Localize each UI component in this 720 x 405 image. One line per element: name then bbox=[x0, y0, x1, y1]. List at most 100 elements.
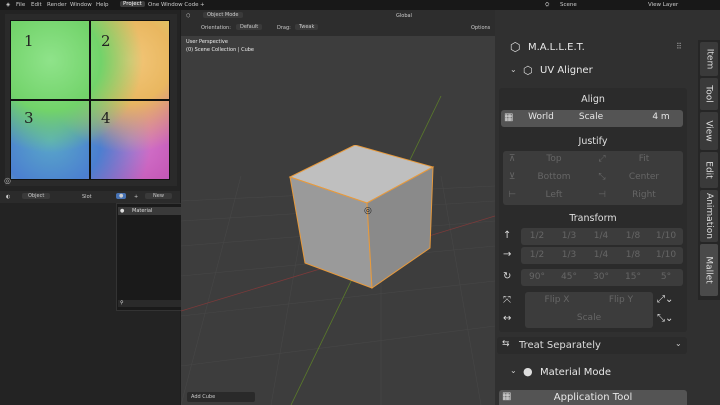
transform-global-dropdown[interactable]: Global bbox=[396, 13, 412, 19]
move-right-row: 1/2 1/3 1/4 1/8 1/10 bbox=[521, 247, 683, 264]
rotate-30-button[interactable]: 30° bbox=[585, 272, 617, 282]
cube-object[interactable] bbox=[285, 145, 440, 290]
material-header: ◐ Object Slot ● + New bbox=[0, 191, 180, 203]
move-up-quarter-button[interactable]: 1/4 bbox=[585, 231, 617, 241]
options-dropdown[interactable]: Options bbox=[471, 25, 490, 31]
menu-edit[interactable]: Edit bbox=[31, 2, 42, 8]
drag-dropdown[interactable]: Tweak bbox=[295, 24, 319, 30]
quad-label-3: 3 bbox=[24, 109, 34, 127]
quad-label-2: 2 bbox=[101, 32, 111, 50]
rotate-45-button[interactable]: 45° bbox=[553, 272, 585, 282]
tab-label: Animation bbox=[704, 193, 715, 239]
menu-help[interactable]: Help bbox=[96, 2, 109, 8]
scale-button[interactable]: Scale bbox=[559, 313, 619, 323]
add-workspace-button[interactable]: + bbox=[200, 2, 205, 8]
tab-label: View bbox=[704, 120, 715, 142]
treat-separately-label: Treat Separately bbox=[519, 340, 601, 351]
move-right-half-button[interactable]: 1/2 bbox=[521, 250, 553, 260]
justify-center-button[interactable]: Center bbox=[623, 172, 665, 182]
quad-label-1: 1 bbox=[24, 32, 34, 50]
chevron-down-icon: ⌄ bbox=[675, 339, 682, 348]
tab-edit[interactable]: Edit bbox=[700, 152, 718, 188]
arrow-up-icon: ↑ bbox=[503, 230, 512, 241]
flip-y-button[interactable]: Flip Y bbox=[593, 295, 649, 305]
align-heading: Align bbox=[581, 94, 605, 105]
viewport-header: ⬡ Object Mode Global Orientation: Defaul… bbox=[181, 10, 495, 36]
transform-heading: Transform bbox=[569, 213, 617, 224]
material-mode-header[interactable]: Material Mode bbox=[540, 367, 611, 378]
fit-icon: ⤢ bbox=[598, 154, 606, 164]
left-align-icon: ⊢ bbox=[508, 190, 516, 200]
add-slot-icon[interactable]: + bbox=[134, 194, 138, 200]
treat-separately-dropdown[interactable]: ⇆ Treat Separately ⌄ bbox=[497, 337, 687, 354]
rotate-90-button[interactable]: 90° bbox=[521, 272, 553, 282]
justify-left-button[interactable]: Left bbox=[533, 190, 575, 200]
justify-top-button[interactable]: Top bbox=[533, 154, 575, 164]
move-up-eighth-button[interactable]: 1/8 bbox=[617, 231, 649, 241]
material-browse-icon[interactable]: ● bbox=[116, 193, 127, 199]
last-operator-panel[interactable]: Add Cube bbox=[187, 392, 255, 402]
3d-cursor-icon[interactable]: ◎ bbox=[364, 206, 372, 216]
orientation-dropdown[interactable]: Default bbox=[236, 24, 263, 30]
move-up-half-button[interactable]: 1/2 bbox=[521, 231, 553, 241]
scene-icon[interactable]: ⛭ bbox=[545, 2, 549, 9]
justify-grid: ⊼ Top ⤢ Fit ⊻ Bottom ⤡ Center ⊢ Left ⊣ R… bbox=[503, 151, 683, 205]
expand-icon[interactable]: ⤢⌄ bbox=[657, 294, 673, 305]
rotate-icon: ↻ bbox=[503, 271, 512, 282]
scale-label: Scale bbox=[578, 112, 604, 122]
tab-label: Mallet bbox=[704, 256, 715, 284]
menu-render[interactable]: Render bbox=[47, 2, 67, 8]
tab-animation[interactable]: Animation bbox=[700, 190, 718, 242]
expand-icon[interactable]: ⤡⌄ bbox=[657, 313, 673, 324]
move-right-quarter-button[interactable]: 1/4 bbox=[585, 250, 617, 260]
workspace-tab-project[interactable]: Project bbox=[120, 1, 145, 7]
slot-dropdown[interactable]: Slot bbox=[82, 194, 92, 200]
drag-label: Drag: bbox=[277, 25, 291, 31]
move-right-third-button[interactable]: 1/3 bbox=[553, 250, 585, 260]
justify-fit-button[interactable]: Fit bbox=[623, 154, 665, 164]
move-right-eighth-button[interactable]: 1/8 bbox=[617, 250, 649, 260]
move-up-tenth-button[interactable]: 1/10 bbox=[649, 231, 683, 241]
chevron-down-icon[interactable]: ⌄ bbox=[510, 65, 517, 74]
tab-label: Tool bbox=[703, 85, 714, 103]
editor-type-icon[interactable]: ⬡ bbox=[186, 13, 190, 19]
editor-type-icon[interactable]: ◐ bbox=[6, 194, 10, 200]
menu-file[interactable]: File bbox=[16, 2, 25, 8]
menu-window[interactable]: Window bbox=[70, 2, 92, 8]
world-button[interactable]: World bbox=[521, 112, 561, 122]
tab-view[interactable]: View bbox=[700, 112, 718, 150]
search-icon: ⚲ bbox=[120, 300, 124, 306]
move-right-tenth-button[interactable]: 1/10 bbox=[649, 250, 683, 260]
rotate-15-button[interactable]: 15° bbox=[617, 272, 649, 282]
blender-logo-icon[interactable]: ◈ bbox=[6, 2, 10, 8]
tab-mallet[interactable]: Mallet bbox=[700, 244, 718, 296]
uv-grid-divider bbox=[10, 99, 170, 101]
justify-right-button[interactable]: Right bbox=[623, 190, 665, 200]
center-icon: ⤡ bbox=[598, 172, 606, 182]
bottom-align-icon: ⊻ bbox=[508, 172, 516, 182]
arrow-right-icon: → bbox=[503, 249, 512, 260]
tab-tool[interactable]: Tool bbox=[700, 78, 718, 110]
scene-name[interactable]: Scene bbox=[560, 2, 577, 8]
material-sphere-icon: ● bbox=[523, 365, 533, 378]
workspace-tab-one-window[interactable]: One Window Code bbox=[148, 2, 198, 8]
uv-aligner-header[interactable]: UV Aligner bbox=[540, 65, 593, 76]
view-layer-name[interactable]: View Layer bbox=[648, 2, 678, 8]
tab-label: Edit bbox=[704, 161, 714, 179]
rotate-5-button[interactable]: 5° bbox=[649, 272, 683, 282]
justify-bottom-button[interactable]: Bottom bbox=[533, 172, 575, 182]
object-mode-dropdown[interactable]: Object Mode bbox=[203, 12, 243, 18]
move-up-third-button[interactable]: 1/3 bbox=[553, 231, 585, 241]
scale-value-field[interactable]: 4 m bbox=[641, 112, 681, 122]
application-tool-button[interactable]: ▦ Application Tool bbox=[499, 390, 687, 405]
uv-aligner-icon: ⬡ bbox=[523, 64, 533, 77]
align-row: ▦ World Scale 4 m bbox=[501, 110, 683, 127]
cursor-icon[interactable]: ◎ bbox=[4, 176, 11, 185]
drag-handle-icon[interactable]: ⠿ bbox=[676, 42, 682, 51]
move-up-row: 1/2 1/3 1/4 1/8 1/10 bbox=[521, 228, 683, 245]
flip-x-button[interactable]: Flip X bbox=[529, 295, 585, 305]
chevron-down-icon[interactable]: ⌄ bbox=[510, 366, 517, 375]
new-material-button[interactable]: New bbox=[145, 193, 172, 199]
object-dropdown[interactable]: Object bbox=[22, 193, 51, 199]
tab-item[interactable]: Item bbox=[700, 42, 718, 76]
